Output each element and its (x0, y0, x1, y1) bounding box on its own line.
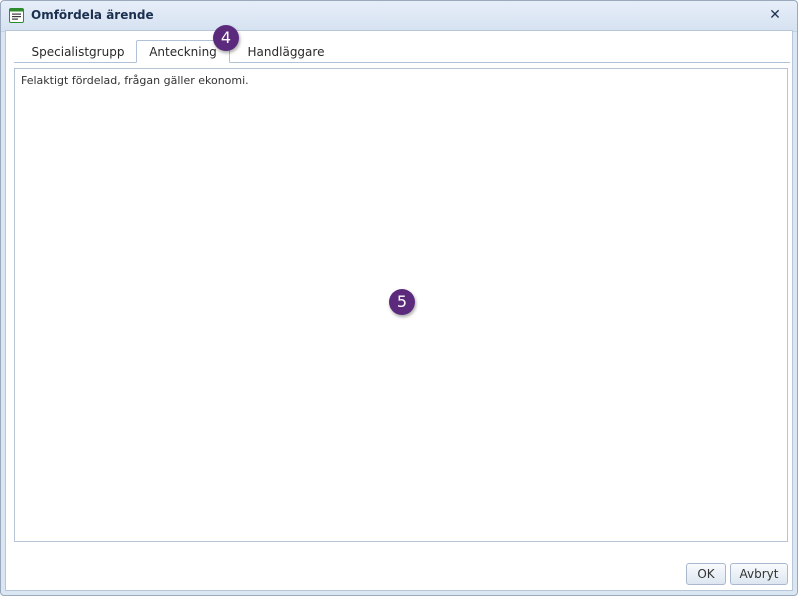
tab-specialistgrupp[interactable]: Specialistgrupp (22, 42, 134, 62)
ok-button[interactable]: OK (686, 563, 726, 585)
step-badge-5: 5 (389, 289, 415, 315)
step-badge-4: 4 (213, 25, 239, 51)
dialog-title: Omfördela ärende (31, 8, 154, 22)
title-bar: Omfördela ärende ✕ (1, 1, 797, 32)
reassign-dialog: Omfördela ärende ✕ Specialistgrupp Antec… (0, 0, 798, 596)
tab-handlaggare[interactable]: Handläggare (238, 42, 334, 62)
close-icon[interactable]: ✕ (767, 7, 783, 23)
dialog-body: Specialistgrupp Anteckning Handläggare F… (5, 25, 793, 591)
cancel-button[interactable]: Avbryt (730, 563, 788, 585)
form-list-icon (9, 8, 24, 23)
tab-strip: Specialistgrupp Anteckning Handläggare (14, 38, 790, 63)
